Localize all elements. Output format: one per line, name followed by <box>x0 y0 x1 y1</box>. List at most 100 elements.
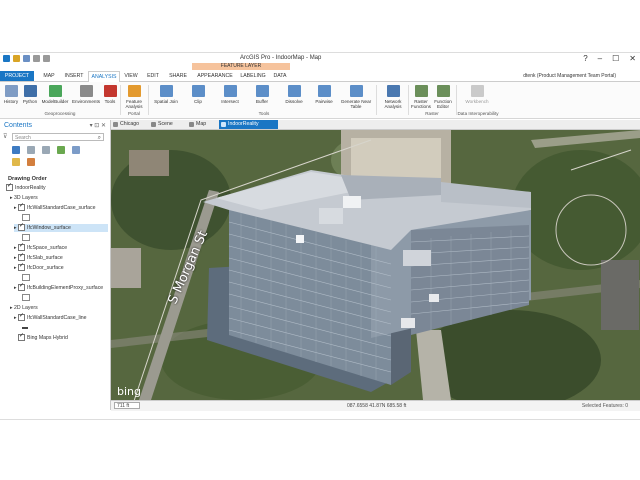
feature-layer-context-tab: FEATURE LAYER <box>192 63 290 70</box>
tab-appearance[interactable]: APPEARANCE <box>193 71 237 81</box>
bing-logo: bing <box>117 385 141 398</box>
list-by-snapping-icon[interactable] <box>72 146 80 154</box>
generate-near-table-button[interactable]: Generate Near Table <box>340 85 372 109</box>
buffer-button[interactable]: Buffer <box>250 85 274 104</box>
tree-map-indoorreality[interactable]: IndoorReality <box>6 182 46 192</box>
view-tab-indoorreality[interactable]: IndoorReality <box>219 120 278 129</box>
redo-icon[interactable] <box>43 55 50 62</box>
symbol-swatch[interactable] <box>22 214 30 222</box>
list-by-editing-icon[interactable] <box>57 146 65 154</box>
filter-icon[interactable]: ⊽ <box>3 133 9 140</box>
maximize-icon[interactable]: ☐ <box>612 54 619 63</box>
save-icon[interactable] <box>23 55 30 62</box>
tree-group-3d-layers[interactable]: ▸ 3D Layers <box>10 194 38 202</box>
function-editor-button[interactable]: Function Editor <box>432 85 454 109</box>
tab-analysis[interactable]: ANALYSIS <box>88 71 120 82</box>
history-button[interactable]: History <box>2 85 20 104</box>
minimize-icon[interactable]: – <box>598 54 602 63</box>
feature-analysis-button[interactable]: Feature Analysis <box>122 85 146 109</box>
quick-access-toolbar <box>3 55 50 62</box>
tree-layer-swatch <box>22 294 30 302</box>
layer-checkbox[interactable] <box>18 262 26 272</box>
clip-icon <box>191 85 205 97</box>
contents-title: Contents <box>4 122 33 129</box>
3d-scene-canvas[interactable]: S Morgan St bing <box>111 130 640 400</box>
layer-checkbox[interactable] <box>18 252 26 262</box>
app-title: ArcGIS Pro - IndoorMap - Map <box>240 55 322 61</box>
list-by-drawing-order-icon[interactable] <box>12 146 20 154</box>
pairwise-icon <box>317 85 331 97</box>
symbol-swatch[interactable] <box>22 274 30 282</box>
search-icon[interactable]: ⌕ <box>98 134 101 142</box>
python-button[interactable]: Python <box>21 85 39 104</box>
view-tabs: Chicago Scene Map IndoorReality <box>111 120 640 130</box>
pane-controls[interactable]: ▾ ⊡ ✕ <box>90 122 106 129</box>
tree-layer-window-surface[interactable]: ▸ IfcWindow_surface <box>14 222 108 232</box>
tree-layer-bing-maps-hybrid[interactable]: Bing Maps Hybrid <box>18 332 68 342</box>
symbol-swatch[interactable] <box>22 234 30 242</box>
environments-button[interactable]: Environments <box>71 85 101 104</box>
tab-view[interactable]: VIEW <box>121 71 141 81</box>
map-icon <box>113 122 118 127</box>
status-bar: 711 ft 087.6558 41.87N 685.58 ft Selecte… <box>111 400 640 411</box>
contents-search-input[interactable]: Search ⌕ <box>12 133 104 141</box>
tab-insert[interactable]: INSERT <box>61 71 87 81</box>
ribbon-separator <box>376 85 377 115</box>
intersect-icon <box>223 85 237 97</box>
tree-layer-wallstandardcase-surface[interactable]: ▸ IfcWallStandardCase_surface <box>14 202 95 212</box>
tab-data[interactable]: DATA <box>269 71 291 81</box>
symbol-swatch[interactable] <box>22 294 30 302</box>
raster-functions-icon <box>414 85 428 97</box>
tab-map[interactable]: MAP <box>38 71 60 81</box>
tree-layer-space-surface[interactable]: ▸ IfcSpace_surface <box>14 242 67 252</box>
group-label-data-interoperability: Data Interoperability <box>457 111 499 116</box>
tree-layer-wallstandardcase-line[interactable]: ▸ IfcWallStandardCase_line <box>14 312 87 322</box>
help-icon[interactable]: ? <box>583 54 587 63</box>
list-by-labeling-icon[interactable] <box>12 158 20 166</box>
tools-button[interactable]: Tools <box>102 85 118 104</box>
drawing-order-heading: Drawing Order <box>8 176 47 182</box>
tree-layer-swatch <box>22 214 30 222</box>
open-project-icon[interactable] <box>13 55 20 62</box>
group-label-tools: Tools <box>258 111 270 116</box>
scene-view: Chicago Scene Map IndoorReality S Morgan… <box>111 120 640 411</box>
workbench-button[interactable]: Workbench <box>462 85 492 104</box>
globe-icon <box>151 122 156 127</box>
dissolve-button[interactable]: Dissolve <box>282 85 306 104</box>
close-icon[interactable]: ✕ <box>629 54 636 63</box>
layer-checkbox[interactable] <box>18 242 26 252</box>
intersect-button[interactable]: Intersect <box>218 85 242 104</box>
network-analysis-button[interactable]: Network Analysis <box>379 85 407 109</box>
tree-layer-buildingelementproxy-surface[interactable]: ▸ IfcBuildingElementProxy_surface <box>14 282 103 292</box>
dissolve-icon <box>287 85 301 97</box>
modelbuilder-button[interactable]: ModelBuilder <box>40 85 70 104</box>
layer-checkbox[interactable] <box>18 332 25 342</box>
tree-layer-door-surface[interactable]: ▸ IfcDoor_surface <box>14 262 64 272</box>
modelbuilder-icon <box>48 85 62 97</box>
layer-checkbox[interactable] <box>18 312 26 322</box>
tree-layer-slab-surface[interactable]: ▸ IfcSlab_surface <box>14 252 63 262</box>
group-label-portal: Portal <box>127 111 140 116</box>
pairwise-button[interactable]: Pairwise <box>312 85 336 104</box>
tab-project[interactable]: PROJECT <box>0 71 34 81</box>
contents-pane: Contents ▾ ⊡ ✕ ⊽ Search ⌕ Drawing Order … <box>0 120 111 410</box>
clip-button[interactable]: Clip <box>186 85 210 104</box>
tab-share[interactable]: SHARE <box>165 71 191 81</box>
tree-group-2d-layers[interactable]: ▸ 2D Layers <box>10 304 38 312</box>
spatial-join-button[interactable]: Spatial Join <box>154 85 178 104</box>
layer-checkbox[interactable] <box>18 282 26 292</box>
layer-checkbox[interactable] <box>18 202 26 212</box>
list-by-source-icon[interactable] <box>27 146 35 154</box>
list-by-selection-icon[interactable] <box>42 146 50 154</box>
scale-input[interactable]: 711 ft <box>114 402 140 409</box>
raster-functions-button[interactable]: Raster Functions <box>410 85 432 109</box>
tab-edit[interactable]: EDIT <box>143 71 163 81</box>
selected-features-count[interactable]: Selected Features: 0 <box>582 402 628 410</box>
list-by-charts-icon[interactable] <box>27 158 35 166</box>
layer-checkbox[interactable] <box>6 182 13 192</box>
signed-in-user[interactable]: dtenk (Product Management Team Portal) <box>523 71 616 81</box>
line-symbol-swatch[interactable] <box>22 326 28 330</box>
undo-icon[interactable] <box>33 55 40 62</box>
layer-checkbox[interactable] <box>18 222 26 232</box>
tab-labeling[interactable]: LABELING <box>238 71 268 81</box>
